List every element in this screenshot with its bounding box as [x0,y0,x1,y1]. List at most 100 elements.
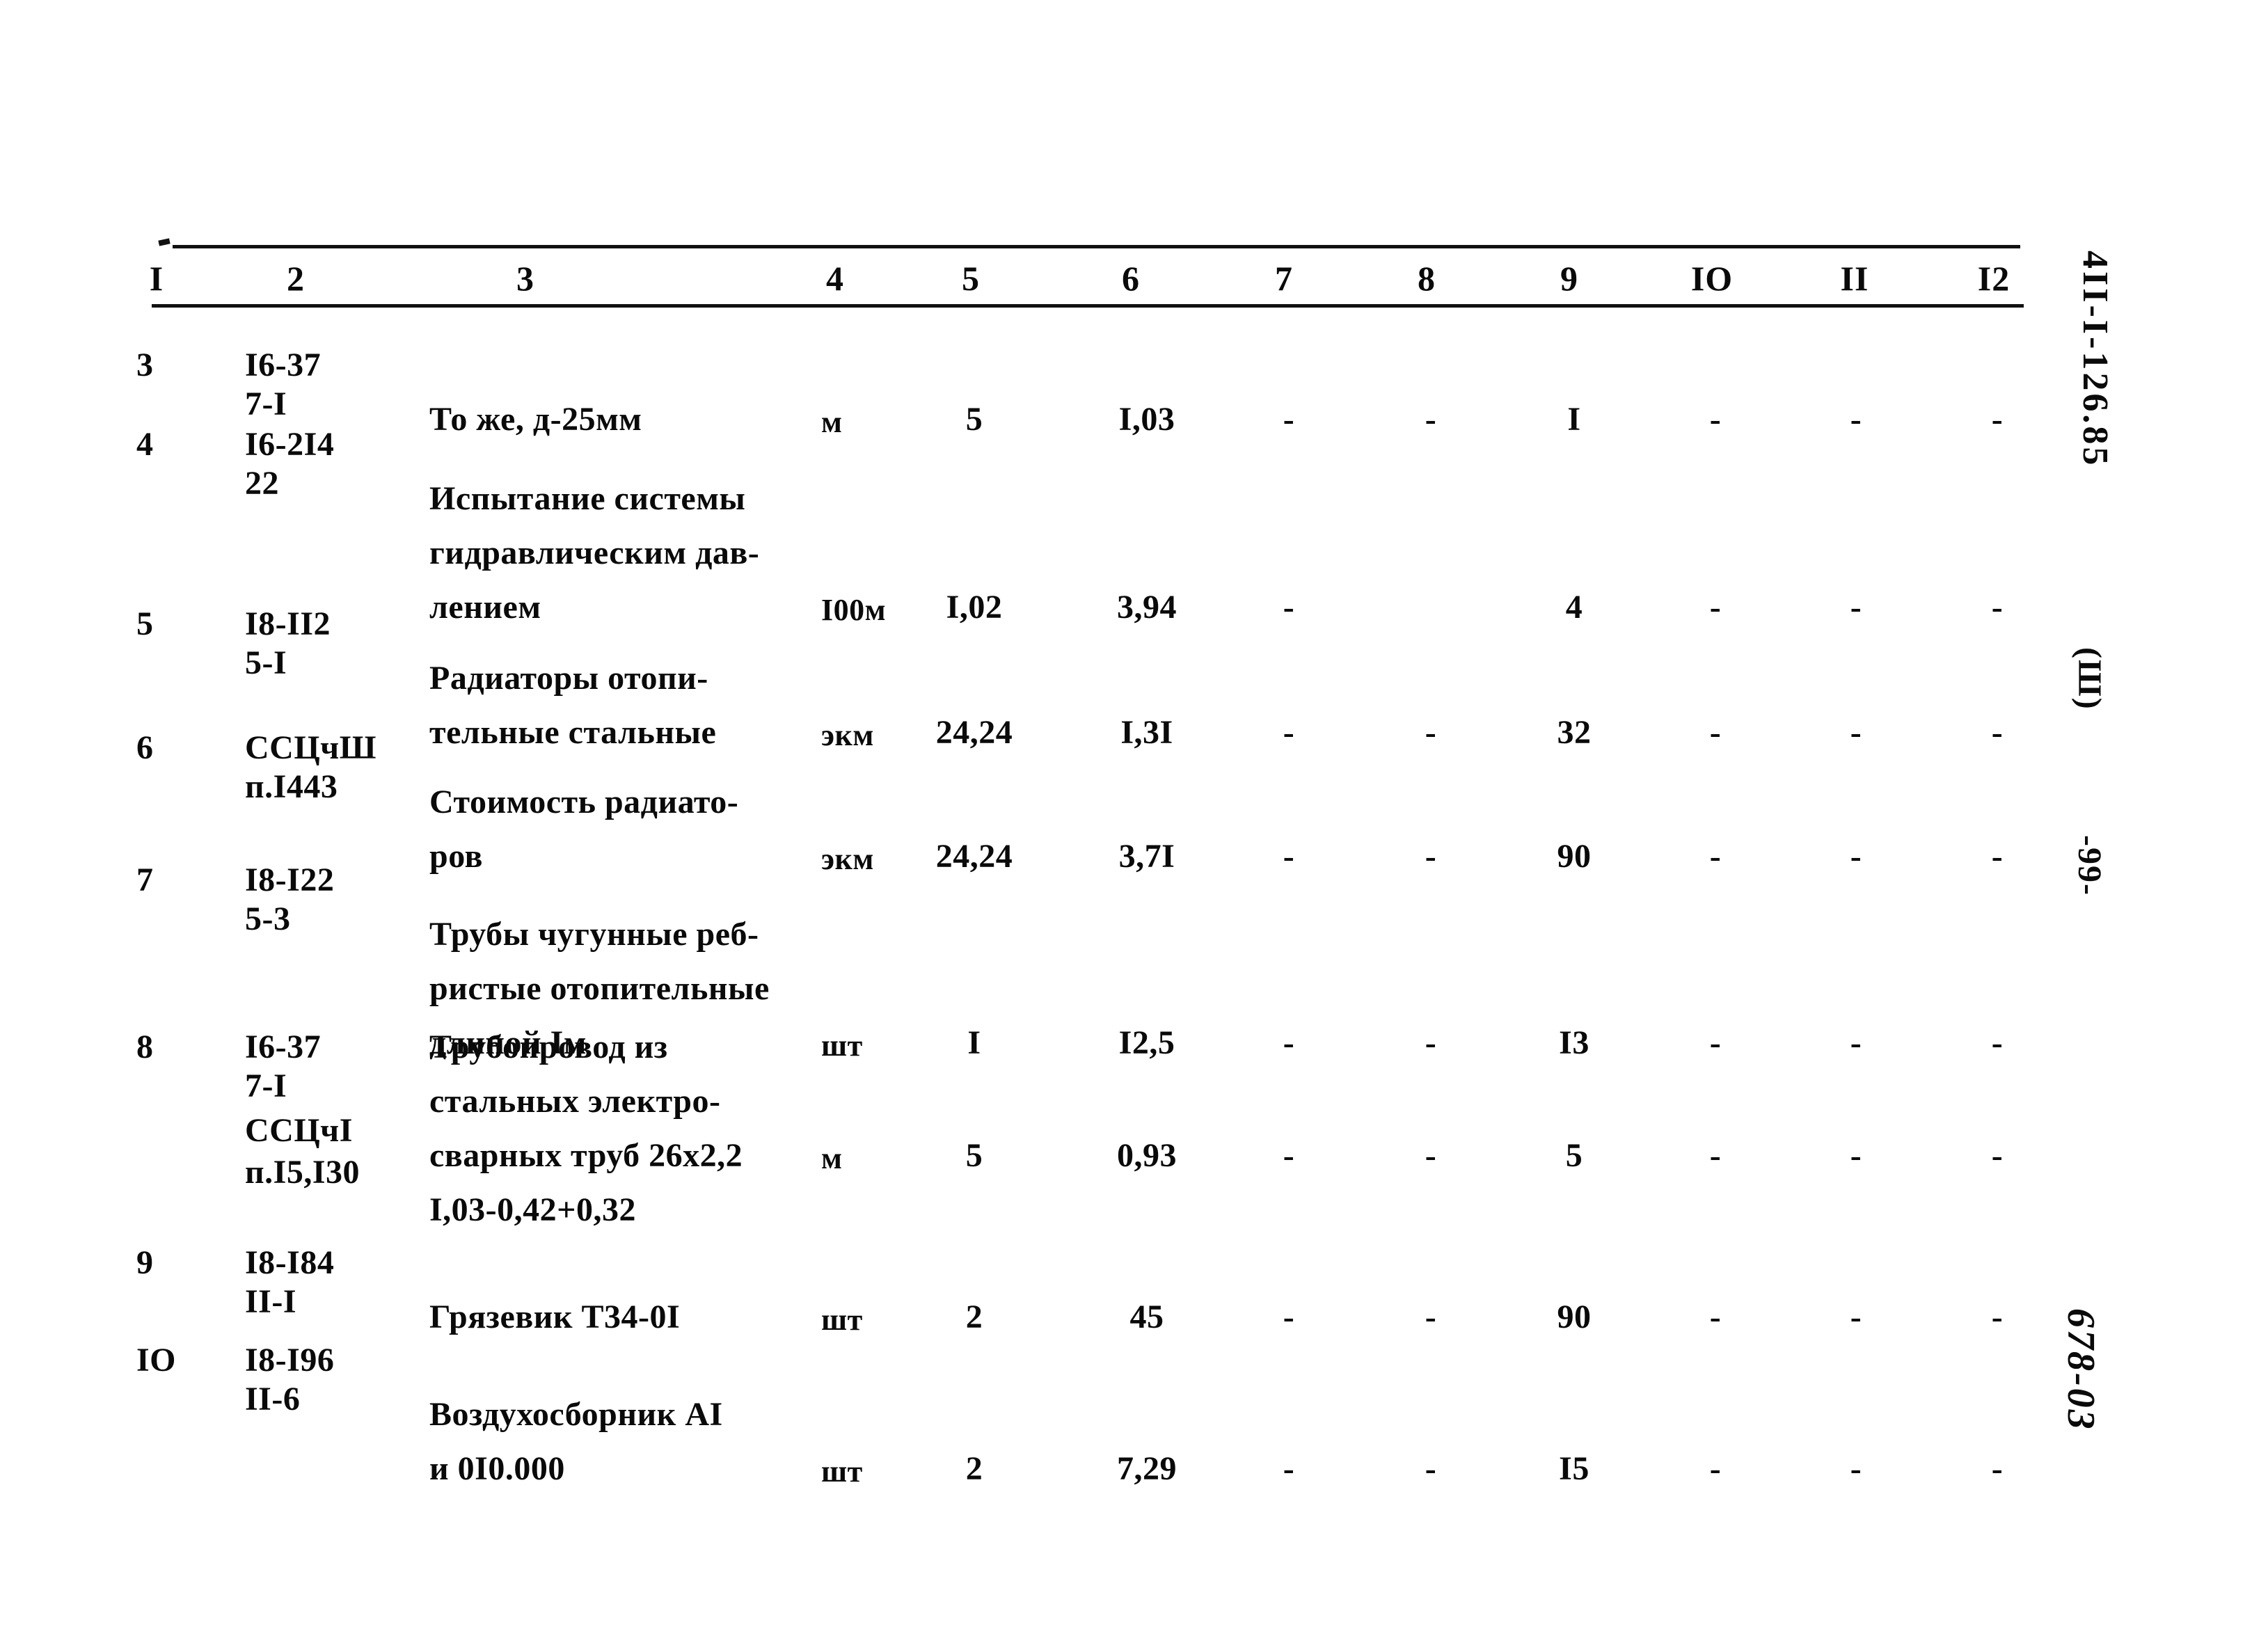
column-header-7: 7 [1275,259,1293,298]
row-value-c9: 5 [1565,1137,1583,1174]
row-value-c5: 5 [965,401,983,438]
row-value-c10: - [1709,838,1722,875]
row-value-c8: - [1425,401,1437,438]
row-value-c11: - [1850,401,1862,438]
row-value-c6: 3,7I [1118,838,1175,875]
row-unit: м [821,1141,843,1175]
row-value-c11: - [1850,1137,1862,1174]
row-description-line: Грязевик Т34-0I [429,1299,681,1335]
row-value-c9: 90 [1557,838,1592,875]
row-position-number: 8 [136,1029,154,1065]
row-value-c5: 2 [965,1299,983,1335]
row-value-c7: - [1283,401,1295,438]
row-value-c10: - [1709,589,1722,626]
row-position-number: 6 [136,729,154,766]
row-value-c10: - [1709,714,1722,751]
row-value-c8: - [1425,1024,1437,1061]
row-value-c10: - [1709,1450,1722,1487]
column-header-12: I2 [1977,259,2011,298]
table-header-underline [152,304,2024,308]
row-value-c12: - [1991,1450,2004,1487]
row-description-line: ристые отопительные [429,970,770,1007]
row-position-number: 5 [136,605,154,642]
row-value-c12: - [1991,838,2004,875]
row-description-line: Радиаторы отопи- [429,660,708,697]
row-value-c6: I2,5 [1118,1024,1175,1061]
row-value-c5: 24,24 [935,838,1013,875]
row-unit: I00м [821,593,887,627]
row-value-c9: 4 [1565,589,1583,626]
row-value-c5: 2 [965,1450,983,1487]
row-value-c11: - [1850,589,1862,626]
scanned-page: I 2 3 4 5 6 7 8 9 IO II I2 3 I6-37 7-I То же, д-25мм м 5… [0,0,2268,1636]
row-position-number: 9 [136,1244,154,1281]
row-description-line: сварных труб 26х2,2 [429,1137,743,1174]
column-header-11: II [1840,259,1869,298]
row-norm-code-line: 5-I [245,644,287,681]
row-unit: шт [821,1454,863,1488]
page-number-vertical: -99- [2071,835,2108,896]
column-header-5: 5 [962,259,980,298]
row-value-c8: - [1425,1137,1437,1174]
row-value-c10: - [1709,401,1722,438]
table-top-rule [173,245,2020,248]
column-header-10: IO [1690,259,1734,298]
row-position-number: 4 [136,426,154,463]
row-value-c5: 24,24 [935,714,1013,751]
column-header-6: 6 [1122,259,1140,298]
row-unit: экм [821,842,874,876]
row-value-c9: 90 [1557,1299,1592,1335]
row-value-c7: - [1283,1299,1295,1335]
row-value-c7: - [1283,838,1295,875]
row-description-line: тельные стальные [429,714,717,751]
section-mark-vertical: (Ш) [2071,647,2108,710]
row-description-line: То же, д-25мм [429,401,642,438]
row-value-c8: - [1425,838,1437,875]
sheet-code-vertical: 4II-I-126.85 [2075,251,2115,468]
row-description-line: Испытание системы [429,480,746,517]
row-norm-code-line: 5-3 [245,900,291,937]
row-value-c12: - [1991,401,2004,438]
row-description-line: и 0I0.000 [429,1450,565,1487]
row-value-c12: - [1991,1137,2004,1174]
column-header-4: 4 [826,259,844,298]
row-description-line: лением [429,589,541,626]
row-value-c12: - [1991,589,2004,626]
row-value-c8: - [1425,714,1437,751]
row-description-line: гидравлическим дав- [429,534,760,571]
row-description-line: ров [429,838,483,875]
row-position-number: IO [136,1342,177,1379]
row-value-c11: - [1850,714,1862,751]
row-value-c5: I,02 [946,589,1003,626]
row-description-line: Воздухосборник АI [429,1396,723,1433]
row-value-c6: I,03 [1118,401,1175,438]
row-value-c6: 0,93 [1117,1137,1177,1174]
column-header-8: 8 [1418,259,1436,298]
row-value-c7: - [1283,1137,1295,1174]
row-description-line: Стоимость радиато- [429,784,739,820]
row-value-c10: - [1709,1024,1722,1061]
row-value-c12: - [1991,1299,2004,1335]
row-unit: шт [821,1303,863,1337]
row-norm-code-line: II-I [245,1283,297,1320]
row-value-c9: I5 [1559,1450,1589,1487]
row-value-c7: - [1283,589,1295,626]
row-value-c9: I [1567,401,1581,438]
row-value-c11: - [1850,1024,1862,1061]
row-value-c12: - [1991,714,2004,751]
row-value-c6: 7,29 [1117,1450,1177,1487]
row-value-c7: - [1283,1024,1295,1061]
row-description-line: стальных электро- [429,1083,721,1120]
row-unit: м [821,405,843,439]
row-position-number: 7 [136,861,154,898]
row-unit: шт [821,1029,863,1063]
row-norm-code-line: п.I5,I30 [245,1154,360,1191]
row-value-c6: 45 [1129,1299,1164,1335]
archive-number-vertical: 678-03 [2059,1308,2102,1431]
row-value-c12: - [1991,1024,2004,1061]
row-position-number: 3 [136,347,154,383]
row-value-c11: - [1850,838,1862,875]
row-value-c9: I3 [1559,1024,1589,1061]
row-value-c10: - [1709,1299,1722,1335]
row-value-c8: - [1425,1450,1437,1487]
